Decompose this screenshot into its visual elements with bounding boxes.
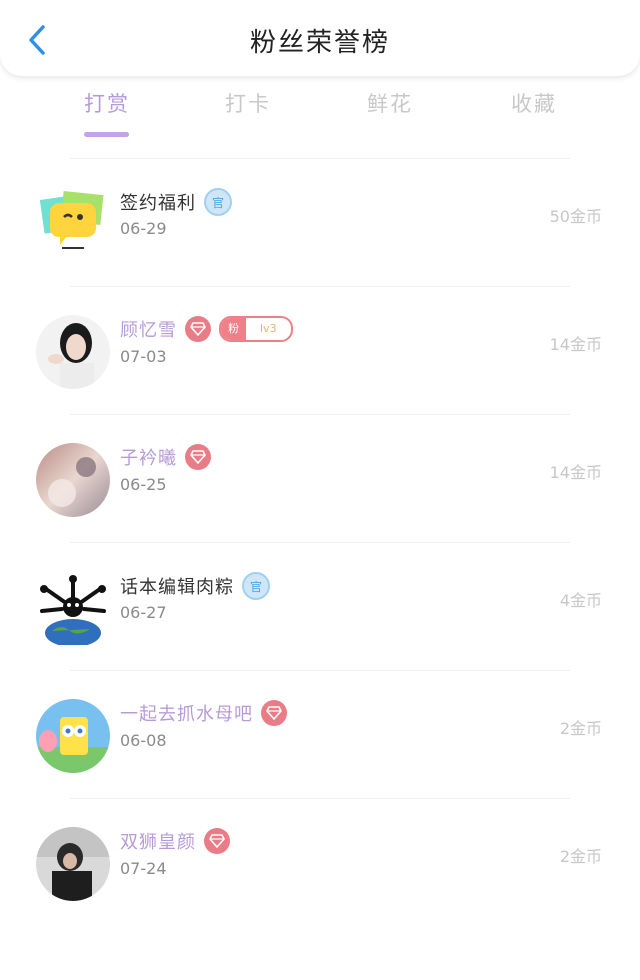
user-name[interactable]: 双狮皇颜: [120, 828, 196, 854]
divider: [70, 798, 570, 799]
name-line: 一起去抓水母吧: [120, 700, 287, 726]
name-line: 顾忆雪 粉 lv3: [120, 316, 293, 342]
user-name[interactable]: 签约福利: [120, 189, 196, 215]
list-item[interactable]: 签约福利 官 06-29 50金币: [0, 158, 640, 286]
tab-bar: 打赏 打卡 鲜花 收藏: [0, 88, 640, 138]
name-line: 签约福利 官: [120, 188, 232, 216]
coin-amount: 2金币: [559, 719, 602, 738]
tab-checkin[interactable]: 打卡: [198, 88, 298, 118]
coin-amount: 14金币: [549, 335, 602, 354]
list-item[interactable]: 双狮皇颜 07-24 2金币: [0, 798, 640, 926]
user-photo-icon: [36, 827, 110, 901]
speech-bubble-icon: [36, 187, 110, 261]
name-line: 话本编辑肉粽 官: [120, 572, 270, 600]
active-tab-indicator: [84, 132, 129, 137]
list-item[interactable]: 子衿曦 06-25 14金币: [0, 414, 640, 542]
avatar[interactable]: [36, 187, 110, 261]
avatar[interactable]: [36, 571, 110, 645]
official-badge-icon: 官: [242, 572, 270, 600]
coin-amount: 2金币: [559, 847, 602, 866]
tab-favorites[interactable]: 收藏: [484, 88, 584, 118]
cartoon-icon: [36, 699, 110, 773]
header-bar: 粉丝荣誉榜: [0, 0, 640, 76]
divider: [70, 542, 570, 543]
date: 07-24: [120, 859, 167, 878]
page-title: 粉丝荣誉榜: [249, 28, 390, 58]
list-item[interactable]: 一起去抓水母吧 06-08 2金币: [0, 670, 640, 798]
coin-amount: 4金币: [559, 591, 602, 610]
tab-flowers[interactable]: 鲜花: [340, 88, 440, 118]
date: 06-08: [120, 731, 167, 750]
earth-icon: [36, 571, 110, 645]
fan-badge-level: lv3: [260, 322, 277, 335]
avatar[interactable]: [36, 827, 110, 901]
ranking-list: 签约福利 官 06-29 50金币 顾忆雪 粉 lv3 07-03 14金币 子…: [0, 158, 640, 926]
user-name[interactable]: 顾忆雪: [120, 316, 177, 342]
date: 07-03: [120, 347, 167, 366]
divider: [70, 286, 570, 287]
fan-level-badge: 粉 lv3: [219, 316, 293, 342]
avatar[interactable]: [36, 443, 110, 517]
date: 06-27: [120, 603, 167, 622]
user-name[interactable]: 话本编辑肉粽: [120, 573, 234, 599]
date: 06-25: [120, 475, 167, 494]
divider: [70, 414, 570, 415]
name-line: 子衿曦: [120, 444, 211, 470]
divider: [70, 670, 570, 671]
user-photo-icon: [36, 443, 110, 517]
fan-badge-label: 粉: [221, 318, 246, 340]
tab-reward[interactable]: 打赏: [57, 88, 157, 118]
user-photo-icon: [36, 315, 110, 389]
coin-amount: 50金币: [549, 207, 602, 226]
diamond-badge-icon: [185, 444, 211, 470]
official-badge-icon: 官: [204, 188, 232, 216]
list-item[interactable]: 顾忆雪 粉 lv3 07-03 14金币: [0, 286, 640, 414]
coin-amount: 14金币: [549, 463, 602, 482]
list-item[interactable]: 话本编辑肉粽 官 06-27 4金币: [0, 542, 640, 670]
name-line: 双狮皇颜: [120, 828, 230, 854]
diamond-badge-icon: [185, 316, 211, 342]
avatar[interactable]: [36, 315, 110, 389]
user-name[interactable]: 子衿曦: [120, 444, 177, 470]
avatar[interactable]: [36, 699, 110, 773]
divider: [70, 158, 570, 159]
diamond-badge-icon: [204, 828, 230, 854]
user-name[interactable]: 一起去抓水母吧: [120, 700, 253, 726]
date: 06-29: [120, 219, 167, 238]
diamond-badge-icon: [261, 700, 287, 726]
